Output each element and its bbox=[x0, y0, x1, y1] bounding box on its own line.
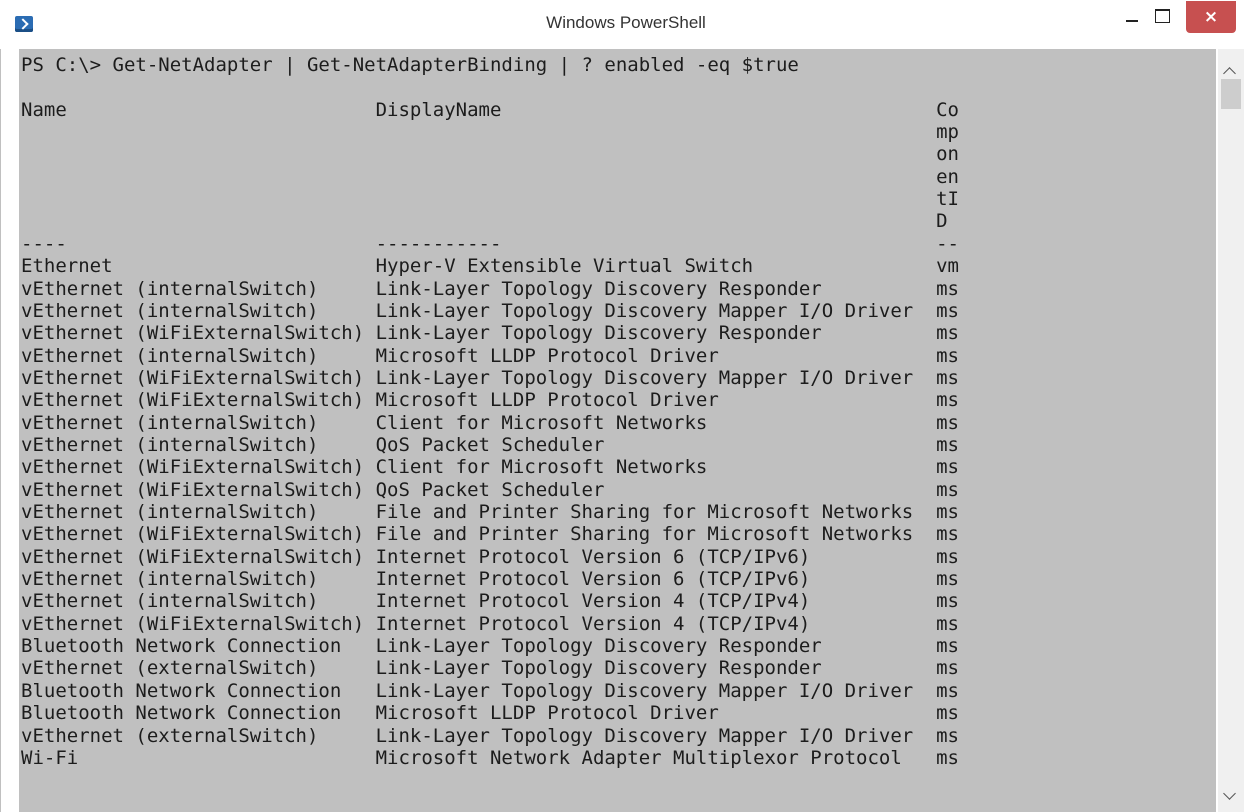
table-row: vEthernet (externalSwitch) Link-Layer To… bbox=[21, 657, 959, 680]
header-row-continuation: tI bbox=[21, 188, 959, 211]
window-edge bbox=[1244, 1, 1250, 812]
close-button[interactable]: × bbox=[1186, 1, 1236, 33]
header-row-continuation: mp bbox=[21, 121, 959, 144]
table-row: vEthernet (WiFiExternalSwitch) Link-Laye… bbox=[21, 366, 959, 389]
table-row: vEthernet (internalSwitch) QoS Packet Sc… bbox=[21, 433, 959, 456]
console-left-margin bbox=[0, 49, 1, 812]
header-row-continuation: on bbox=[21, 143, 959, 166]
scroll-thumb[interactable] bbox=[1221, 79, 1241, 109]
minimize-icon bbox=[1126, 20, 1138, 22]
table-row: vEthernet (internalSwitch) Internet Prot… bbox=[21, 568, 959, 591]
table-row: vEthernet (internalSwitch) Link-Layer To… bbox=[21, 277, 959, 300]
chevron-up-icon bbox=[1223, 67, 1236, 80]
console-output[interactable]: PS C:\> Get-NetAdapter | Get-NetAdapterB… bbox=[19, 49, 1216, 812]
table-row: vEthernet (WiFiExternalSwitch) Internet … bbox=[21, 612, 959, 635]
header-row-continuation: D bbox=[21, 210, 948, 233]
header-row-continuation: en bbox=[21, 165, 959, 188]
chevron-down-icon bbox=[1223, 787, 1236, 800]
minimize-button[interactable] bbox=[1119, 1, 1149, 33]
command-line: PS C:\> Get-NetAdapter | Get-NetAdapterB… bbox=[21, 54, 799, 76]
close-icon: × bbox=[1203, 7, 1219, 27]
table-row: vEthernet (externalSwitch) Link-Layer To… bbox=[21, 724, 959, 747]
powershell-window: Windows PowerShell × PS C:\> Get-NetAdap… bbox=[0, 0, 1250, 812]
scroll-down-button[interactable] bbox=[1218, 786, 1244, 808]
header-row: Name DisplayName Co bbox=[21, 98, 959, 121]
separator-row: ---- ----------- -- bbox=[21, 232, 959, 255]
table-row: vEthernet (internalSwitch) File and Prin… bbox=[21, 501, 959, 523]
table-row: vEthernet (internalSwitch) Client for Mi… bbox=[21, 411, 959, 434]
table-row: vEthernet (internalSwitch) Internet Prot… bbox=[21, 590, 959, 613]
table-row: vEthernet (internalSwitch) Link-Layer To… bbox=[21, 299, 959, 322]
table-row: Wi-Fi Microsoft Network Adapter Multiple… bbox=[21, 746, 959, 769]
maximize-button[interactable] bbox=[1149, 1, 1177, 33]
title-bar[interactable]: Windows PowerShell × bbox=[1, 1, 1250, 49]
table-row: vEthernet (WiFiExternalSwitch) Internet … bbox=[21, 545, 959, 568]
table-row: Ethernet Hyper-V Extensible Virtual Swit… bbox=[21, 255, 959, 278]
table-row: vEthernet (WiFiExternalSwitch) QoS Packe… bbox=[21, 478, 959, 501]
table-row: vEthernet (WiFiExternalSwitch) Client fo… bbox=[21, 456, 959, 479]
table-row: vEthernet (internalSwitch) Microsoft LLD… bbox=[21, 344, 959, 367]
maximize-icon bbox=[1155, 9, 1170, 23]
window-title: Windows PowerShell bbox=[546, 13, 706, 32]
table-row: vEthernet (WiFiExternalSwitch) File and … bbox=[21, 523, 959, 546]
table-row: Bluetooth Network Connection Microsoft L… bbox=[21, 702, 959, 725]
table-row: Bluetooth Network Connection Link-Layer … bbox=[21, 679, 959, 702]
table-row: Bluetooth Network Connection Link-Layer … bbox=[21, 635, 959, 658]
table-row: vEthernet (WiFiExternalSwitch) Link-Laye… bbox=[21, 322, 959, 345]
vertical-scrollbar[interactable] bbox=[1218, 49, 1244, 812]
table-row: vEthernet (WiFiExternalSwitch) Microsoft… bbox=[21, 389, 959, 412]
